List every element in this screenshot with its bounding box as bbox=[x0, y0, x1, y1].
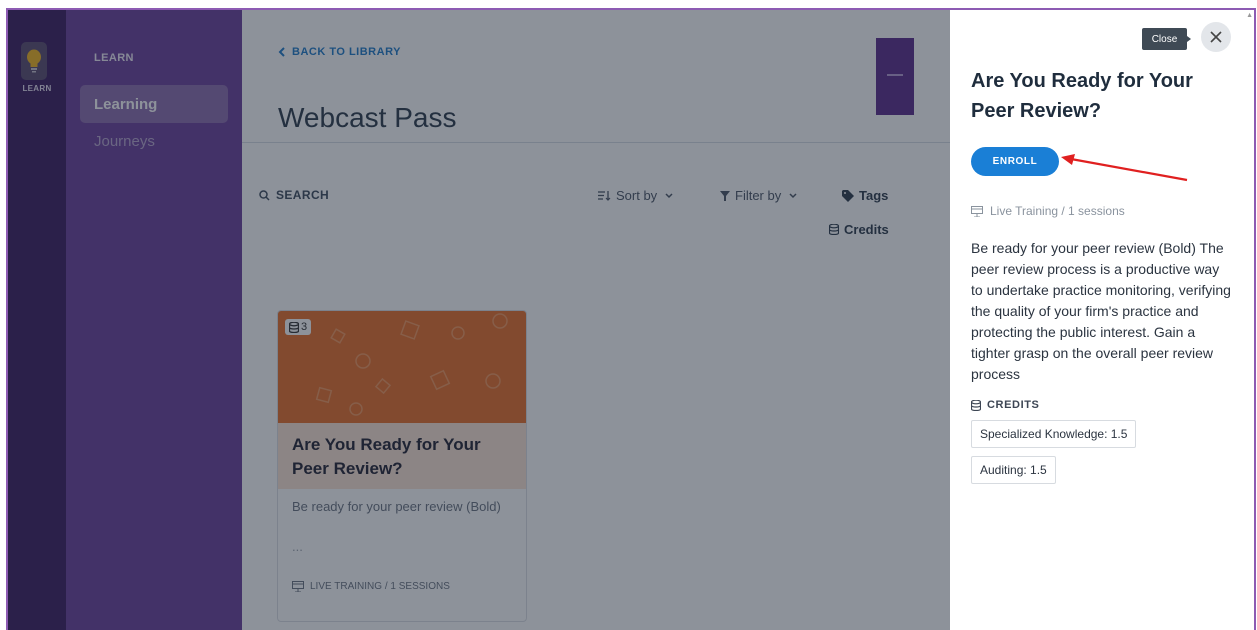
credits-heading: CREDITS bbox=[971, 399, 1039, 411]
credits-heading-label: CREDITS bbox=[987, 399, 1040, 411]
enroll-button[interactable]: ENROLL bbox=[971, 147, 1059, 176]
session-meta: Live Training / 1 sessions bbox=[971, 204, 1125, 218]
credit-chip: Auditing: 1.5 bbox=[971, 456, 1056, 484]
close-button[interactable] bbox=[1201, 22, 1231, 52]
credit-chip: Specialized Knowledge: 1.5 bbox=[971, 420, 1137, 448]
presentation-icon bbox=[971, 205, 983, 217]
modal-overlay[interactable] bbox=[8, 10, 950, 630]
session-meta-text: Live Training / 1 sessions bbox=[990, 204, 1125, 218]
app-frame: LEARN LEARN Learning Journeys BACK TO LI… bbox=[6, 8, 1256, 630]
panel-description: Be ready for your peer review (Bold) The… bbox=[971, 240, 1231, 382]
database-icon bbox=[971, 399, 981, 411]
panel-title: Are You Ready for Your Peer Review? bbox=[971, 70, 1193, 122]
close-icon bbox=[1210, 31, 1222, 43]
course-detail-panel: ▲ Close Are You Ready for Your Peer Revi… bbox=[950, 10, 1254, 630]
annotation-arrow-icon bbox=[1061, 154, 1188, 182]
scroll-up-icon[interactable]: ▲ bbox=[1246, 12, 1253, 19]
close-tooltip: Close bbox=[1142, 28, 1191, 50]
